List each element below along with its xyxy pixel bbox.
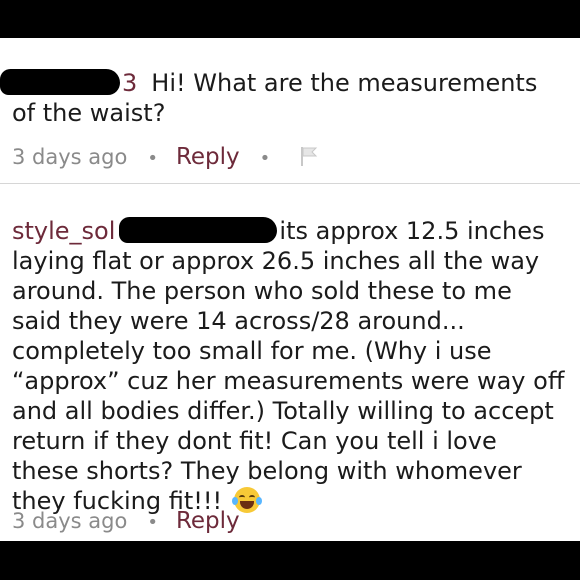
separator-dot: • (259, 148, 271, 169)
comment-2-meta: 3 days ago • Reply (12, 508, 240, 536)
timestamp: 3 days ago (12, 509, 128, 533)
comment-text: its approx 12.5 inches laying flat or ap… (12, 217, 565, 515)
redacted-mention (119, 217, 278, 243)
flag-icon[interactable] (300, 146, 318, 166)
comment-1: 3 Hi! What are the measurements of the wa… (0, 68, 568, 128)
comment-panel: 3 Hi! What are the measurements of the wa… (0, 38, 580, 541)
timestamp: 3 days ago (12, 145, 128, 169)
username-link[interactable]: style_sol (12, 217, 115, 245)
comment-1-meta: 3 days ago • Reply • (12, 144, 318, 172)
tear-icon (255, 497, 262, 505)
comment-divider (0, 183, 580, 184)
comment-2: style_sol its approx 12.5 inches laying f… (12, 216, 568, 516)
username-tail: 3 (122, 69, 138, 97)
separator-dot: • (147, 148, 158, 169)
separator-dot: • (147, 512, 158, 533)
reply-button[interactable]: Reply (176, 144, 240, 170)
mouth-icon (239, 501, 254, 509)
tear-icon (231, 497, 238, 505)
redacted-username (0, 69, 120, 95)
screenshot-frame: 3 Hi! What are the measurements of the wa… (0, 0, 580, 580)
reply-button[interactable]: Reply (176, 508, 240, 534)
